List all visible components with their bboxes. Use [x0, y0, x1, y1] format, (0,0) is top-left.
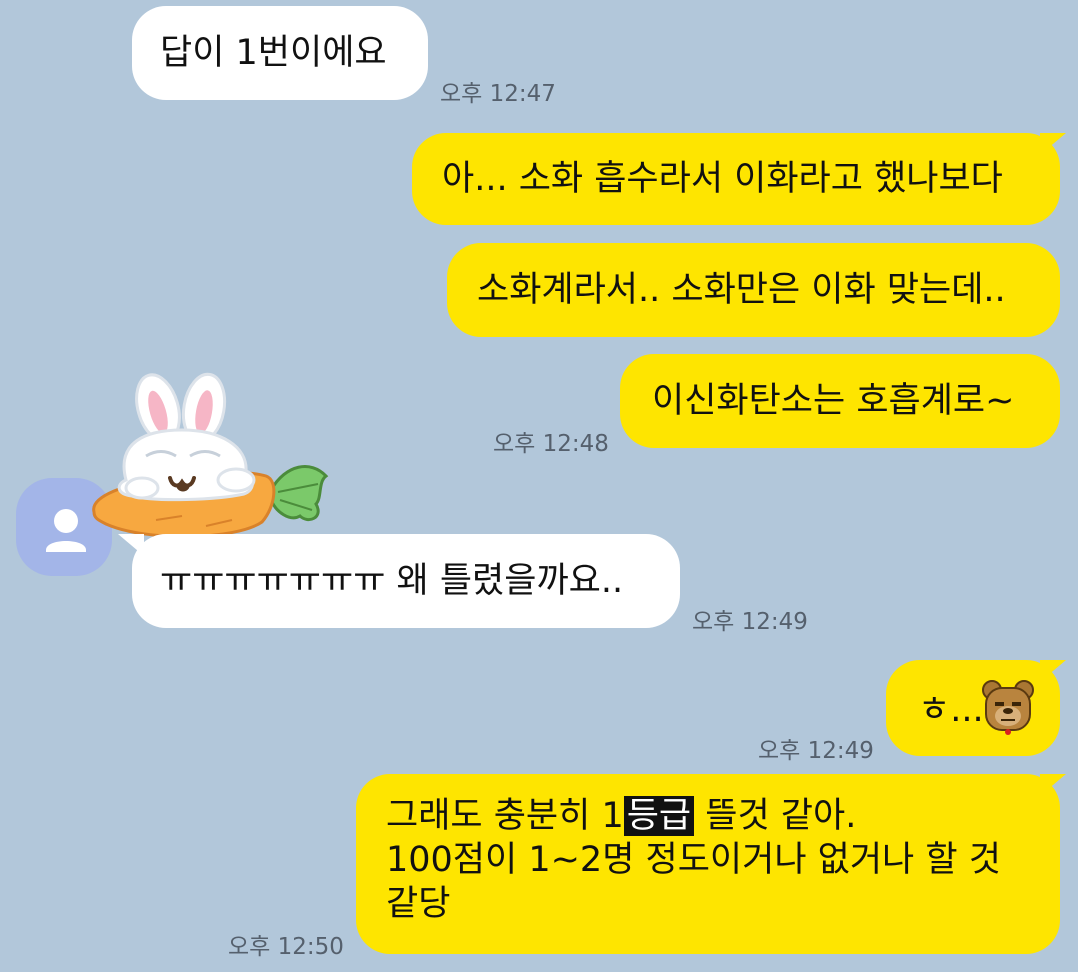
- message-timestamp: 오후 12:49: [692, 609, 808, 635]
- bear-face-emoji: [982, 680, 1034, 735]
- message-bubble-outgoing[interactable]: 이신화탄소는 호흡계로~: [620, 354, 1060, 448]
- message-text: 소화계라서.. 소화만은 이화 맞는데..: [477, 270, 1006, 310]
- bubble-tail: [1040, 774, 1066, 796]
- bubble-tail: [1040, 660, 1066, 682]
- message-text: ㅠㅠㅠㅠㅠㅠㅠ 왜 틀렸을까요..: [160, 561, 624, 601]
- message-bubble-outgoing[interactable]: 아... 소화 흡수라서 이화라고 했나보다: [412, 133, 1060, 225]
- message-text: ㅎ...: [918, 690, 984, 730]
- message-line: 같당: [386, 884, 451, 924]
- rabbit-on-carrot-sticker[interactable]: [86, 372, 336, 544]
- message-timestamp: 오후 12:47: [440, 81, 556, 107]
- message-text: 뜰것 같아.: [694, 796, 857, 836]
- bubble-tail: [118, 534, 144, 556]
- message-bubble-incoming[interactable]: ㅠㅠㅠㅠㅠㅠㅠ 왜 틀렸을까요..: [132, 534, 680, 628]
- message-line: 100점이 1~2명 정도이거나 없거나 할 것: [386, 840, 1001, 880]
- message-text: 아... 소화 흡수라서 이화라고 했나보다: [442, 159, 1003, 199]
- highlighted-text: 등급: [623, 796, 695, 836]
- message-bubble-outgoing[interactable]: 그래도 충분히 1등급 뜰것 같아. 100점이 1~2명 정도이거나 없거나 …: [356, 774, 1060, 954]
- message-line: 그래도 충분히 1등급 뜰것 같아.: [386, 794, 1060, 838]
- message-bubble-incoming[interactable]: 답이 1번이에요: [132, 6, 428, 100]
- message-bubble-outgoing[interactable]: 소화계라서.. 소화만은 이화 맞는데..: [447, 243, 1060, 337]
- carrot-leaves: [269, 465, 329, 521]
- bubble-tail: [1040, 133, 1066, 155]
- message-timestamp: 오후 12:50: [228, 934, 344, 960]
- message-timestamp: 오후 12:48: [493, 431, 609, 457]
- message-text: 답이 1번이에요: [160, 33, 387, 73]
- message-text: 그래도 충분히 1: [386, 796, 624, 836]
- message-text: 이신화탄소는 호흡계로~: [652, 381, 1015, 421]
- message-timestamp: 오후 12:49: [758, 738, 874, 764]
